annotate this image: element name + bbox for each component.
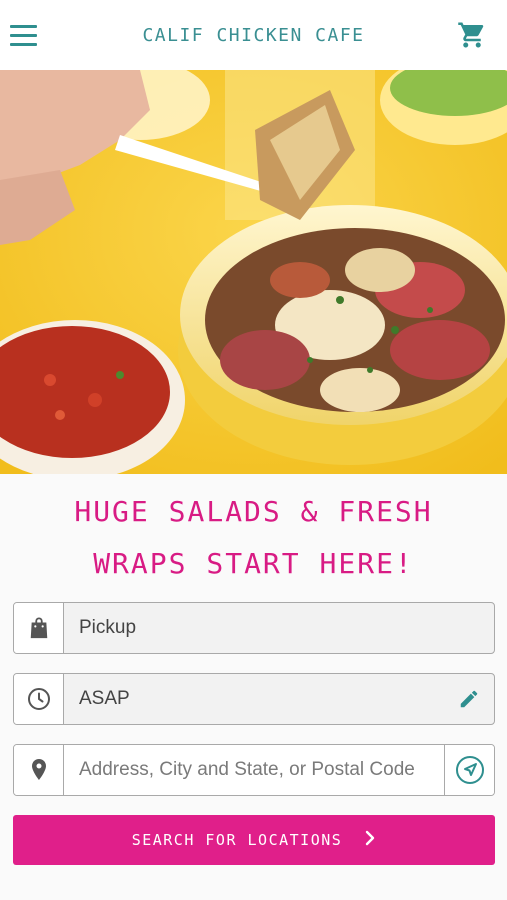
- headline-line-2: WRAPS START HERE!: [93, 547, 414, 580]
- search-locations-button[interactable]: SEARCH FOR LOCATIONS: [13, 815, 495, 865]
- clock-icon: [14, 674, 64, 724]
- top-bar: CALIF CHICKEN CAFE: [0, 0, 507, 70]
- pencil-icon[interactable]: [444, 674, 494, 724]
- map-pin-icon: [14, 745, 64, 795]
- brand-title[interactable]: CALIF CHICKEN CAFE: [142, 25, 364, 46]
- order-type-value: Pickup: [79, 617, 137, 638]
- headline: HUGE SALADS & FRESH WRAPS START HERE!: [0, 486, 507, 590]
- search-locations-label: SEARCH FOR LOCATIONS: [131, 831, 343, 849]
- order-type-selector[interactable]: Pickup: [13, 602, 495, 654]
- order-time-selector[interactable]: ASAP: [13, 673, 495, 725]
- address-input-wrap: [64, 745, 444, 795]
- headline-line-1: HUGE SALADS & FRESH: [74, 495, 433, 528]
- navigation-arrow-icon[interactable]: [444, 745, 494, 795]
- hamburger-menu-icon[interactable]: [10, 20, 40, 50]
- shopping-cart-icon[interactable]: [457, 20, 487, 50]
- shopping-bag-icon: [14, 603, 64, 653]
- chevron-right-icon: [364, 830, 376, 850]
- order-time-value: ASAP: [79, 688, 130, 709]
- address-input[interactable]: [79, 759, 444, 781]
- hero-food-image: [0, 70, 507, 474]
- address-search-field[interactable]: [13, 744, 495, 796]
